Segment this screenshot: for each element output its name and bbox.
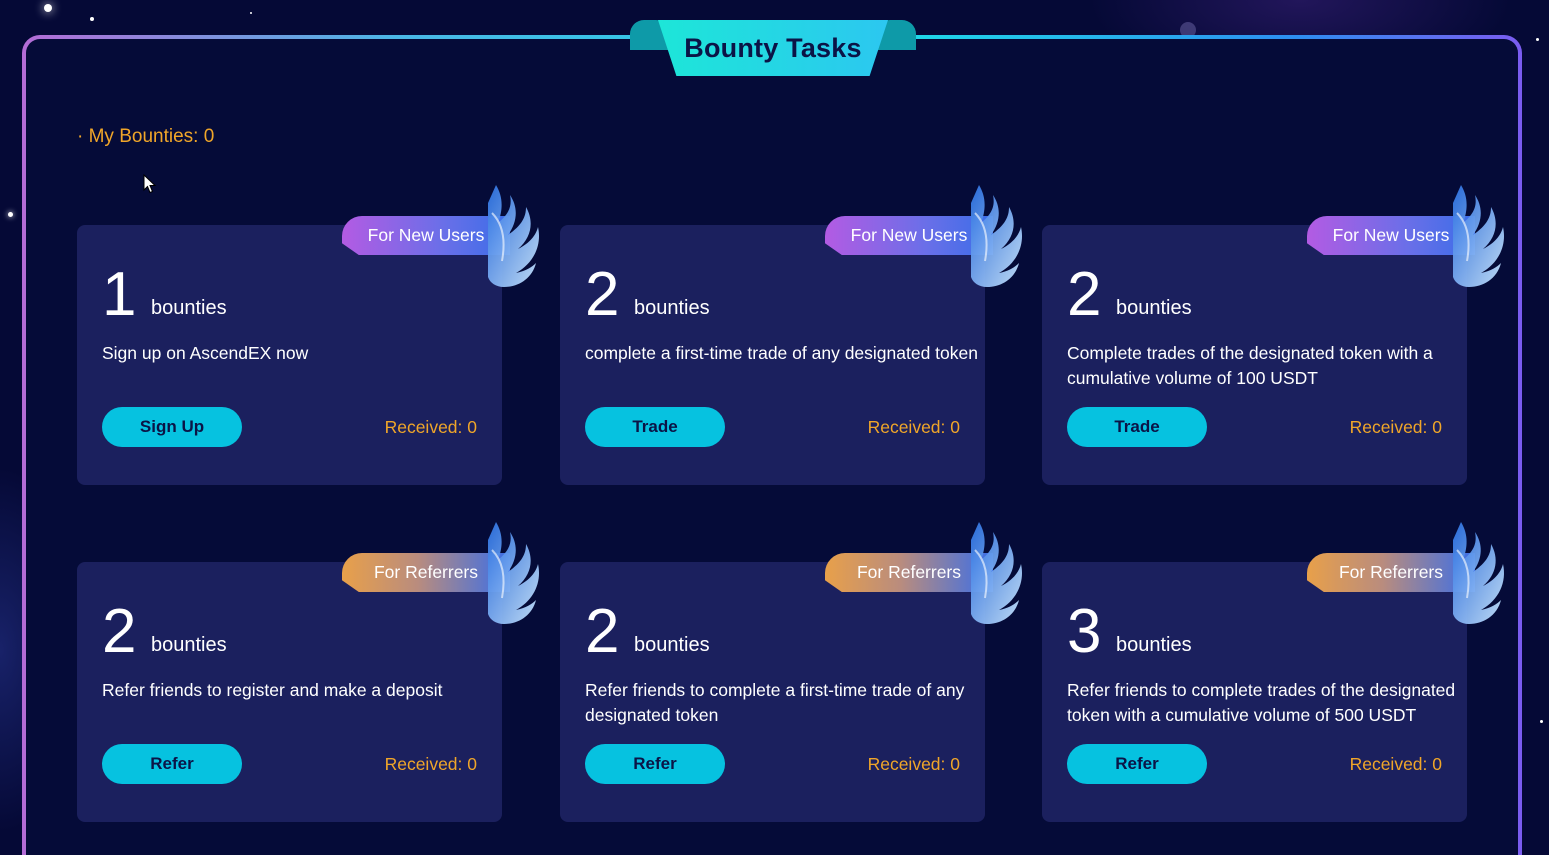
star-decoration (1540, 720, 1543, 723)
bounty-description: Refer friends to register and make a dep… (102, 680, 443, 700)
trade-button[interactable]: Trade (1067, 407, 1207, 447)
star-decoration (44, 4, 52, 12)
audience-tag-label: For Referrers (1338, 562, 1444, 582)
bounty-card: For New Users 1 bounties Sign up on Asce… (77, 185, 540, 485)
received-count: Received: 0 (1349, 417, 1442, 437)
audience-tag-label: For Referrers (856, 562, 962, 582)
star-decoration (1536, 38, 1539, 41)
bounty-unit: bounties (1116, 297, 1192, 319)
bounty-count: 1 (102, 260, 137, 329)
refer-button[interactable]: Refer (585, 744, 725, 784)
bounty-card: For New Users 2 bounties complete a firs… (560, 185, 1023, 485)
page-title: Bounty Tasks (684, 32, 862, 63)
wing-icon (488, 522, 540, 624)
bounty-count: 3 (1067, 597, 1102, 666)
received-count: Received: 0 (1349, 754, 1442, 774)
refer-button[interactable]: Refer (1067, 744, 1207, 784)
my-bounties-count: · My Bounties: 0 (77, 126, 215, 147)
received-count: Received: 0 (867, 417, 960, 437)
bounty-unit: bounties (1116, 634, 1192, 656)
trade-button[interactable]: Trade (585, 407, 725, 447)
bounty-card: For Referrers 2 bounties Refer friends t… (77, 522, 540, 822)
bounty-description: Complete trades of the designated token … (1067, 343, 1433, 388)
title-ribbon: Bounty Tasks (630, 20, 916, 78)
audience-tag-label: For New Users (1332, 225, 1450, 245)
bounty-card: For New Users 2 bounties Complete trades… (1042, 185, 1505, 485)
star-decoration (90, 17, 94, 21)
wing-icon (1453, 522, 1505, 624)
wing-icon (971, 522, 1023, 624)
audience-tag-label: For New Users (367, 225, 485, 245)
bounty-count: 2 (102, 597, 137, 666)
refer-button[interactable]: Refer (102, 744, 242, 784)
wing-icon (1453, 185, 1505, 287)
bounty-count: 2 (585, 260, 620, 329)
bounty-card: For Referrers 2 bounties Refer friends t… (560, 522, 1023, 822)
audience-tag-label: For Referrers (373, 562, 479, 582)
mouse-cursor-icon (143, 174, 157, 194)
bounty-unit: bounties (151, 297, 227, 319)
bounty-card: For Referrers 3 bounties Refer friends t… (1042, 522, 1505, 822)
bounty-unit: bounties (634, 634, 710, 656)
sign-up-button[interactable]: Sign Up (102, 407, 242, 447)
bounty-description: Refer friends to complete trades of the … (1067, 680, 1456, 725)
bounty-count: 2 (585, 597, 620, 666)
bounty-unit: bounties (151, 634, 227, 656)
audience-tag-label: For New Users (850, 225, 968, 245)
bounty-description: complete a first-time trade of any desig… (585, 343, 978, 363)
received-count: Received: 0 (384, 754, 477, 774)
wing-icon (971, 185, 1023, 287)
bounty-count: 2 (1067, 260, 1102, 329)
received-count: Received: 0 (384, 417, 477, 437)
bounty-description: Sign up on AscendEX now (102, 343, 309, 363)
received-count: Received: 0 (867, 754, 960, 774)
star-decoration (250, 12, 252, 14)
wing-icon (488, 185, 540, 287)
bounty-unit: bounties (634, 297, 710, 319)
ribbon-banner: Bounty Tasks (658, 20, 888, 76)
bounty-description: Refer friends to complete a first-time t… (585, 680, 965, 725)
star-decoration (8, 212, 13, 217)
